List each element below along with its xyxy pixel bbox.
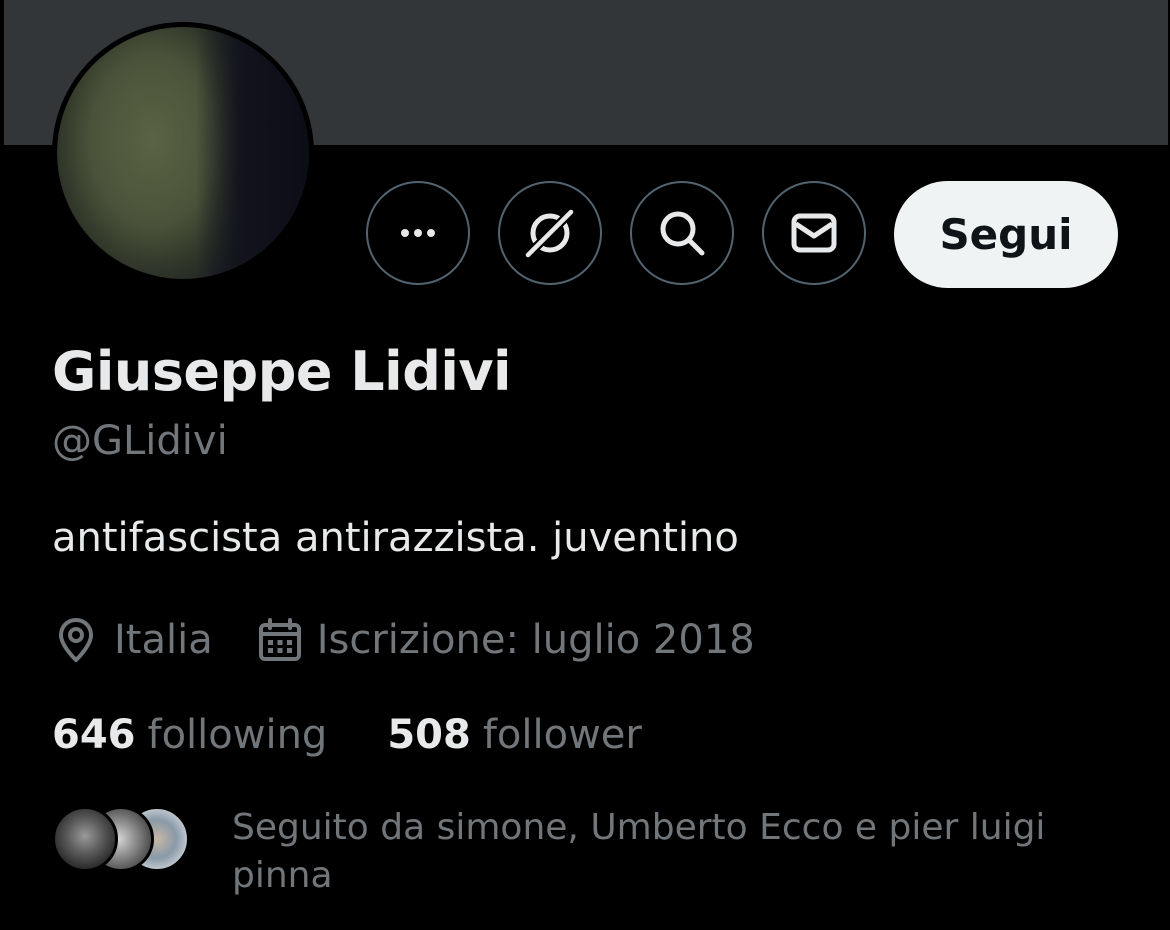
location-pin-icon <box>52 616 100 664</box>
followers-link[interactable]: 508 follower <box>387 712 642 758</box>
message-button[interactable] <box>762 181 866 285</box>
joined-item: Iscrizione: luglio 2018 <box>257 617 755 663</box>
profile-meta: Italia Iscrizione: luglio 2018 <box>52 612 799 668</box>
more-horizontal-icon <box>401 229 435 237</box>
followed-by-row[interactable]: Seguito da simone, Umberto Ecco e pier l… <box>52 800 1132 910</box>
followers-count: 508 <box>387 712 471 758</box>
envelope-icon <box>791 213 837 253</box>
display-name: Giuseppe Lidivi <box>52 340 512 403</box>
profile-page: Segui Giuseppe Lidivi @GLidivi antifasci… <box>0 0 1170 930</box>
followers-label: follower <box>482 712 642 758</box>
grok-icon <box>525 209 574 258</box>
follower-avatar <box>52 806 118 872</box>
more-button[interactable] <box>366 181 470 285</box>
joined-text: Iscrizione: luglio 2018 <box>316 617 755 663</box>
follow-button[interactable]: Segui <box>894 181 1118 288</box>
username-handle: @GLidivi <box>52 418 228 464</box>
calendar-icon <box>257 617 303 663</box>
avatar-image <box>57 27 309 279</box>
following-link[interactable]: 646 following <box>52 712 327 758</box>
grok-button[interactable] <box>498 181 602 285</box>
profile-bio: antifascista antirazzista. juventino <box>52 515 739 561</box>
profile-stats: 646 following 508 follower <box>52 712 702 758</box>
search-button[interactable] <box>630 181 734 285</box>
location-item: Italia <box>52 616 213 664</box>
following-label: following <box>147 712 328 758</box>
profile-avatar[interactable] <box>52 22 314 284</box>
location-text: Italia <box>114 617 213 663</box>
followed-by-text: Seguito da simone, Umberto Ecco e pier l… <box>232 807 1046 896</box>
following-count: 646 <box>52 712 136 758</box>
search-icon <box>660 211 705 256</box>
